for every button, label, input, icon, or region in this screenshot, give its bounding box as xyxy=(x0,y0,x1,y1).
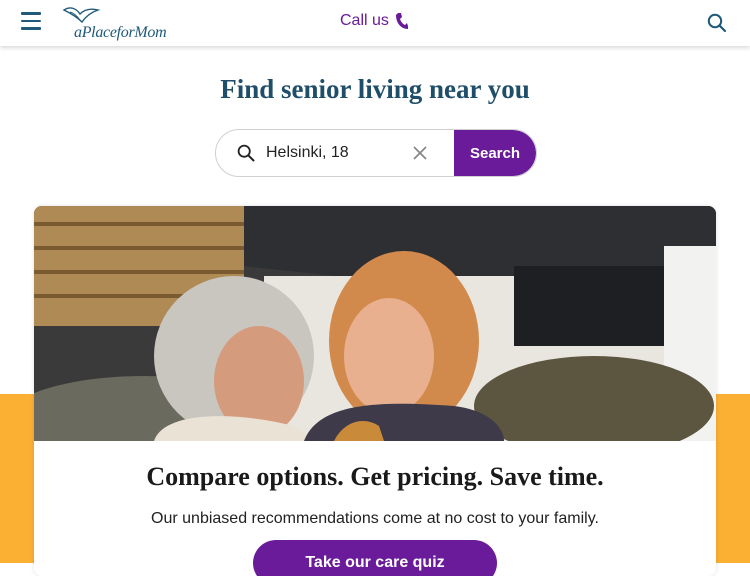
brand-name: aPlaceforMom xyxy=(74,24,167,41)
page-headline: Find senior living near you xyxy=(220,74,530,104)
site-header: aPlaceforMom Call us xyxy=(0,0,750,46)
hero-photo xyxy=(34,206,716,441)
site-logo[interactable]: aPlaceforMom xyxy=(62,4,187,42)
location-search-input[interactable] xyxy=(266,138,406,168)
care-quiz-button[interactable]: Take our care quiz xyxy=(253,540,497,576)
promo-card: Compare options. Get pricing. Save time.… xyxy=(34,206,716,576)
call-us-label: Call us xyxy=(340,12,389,29)
location-search-bar: Search xyxy=(215,129,537,177)
search-icon xyxy=(237,144,255,162)
hamburger-menu-icon[interactable] xyxy=(21,12,43,32)
card-title: Compare options. Get pricing. Save time. xyxy=(146,462,604,491)
call-us-link[interactable]: Call us xyxy=(340,12,409,30)
card-subtitle: Our unbiased recommendations come at no … xyxy=(151,510,599,527)
search-button[interactable]: Search xyxy=(454,130,536,176)
phone-icon xyxy=(395,13,408,29)
clear-icon[interactable] xyxy=(413,146,427,160)
search-icon[interactable] xyxy=(707,13,727,38)
